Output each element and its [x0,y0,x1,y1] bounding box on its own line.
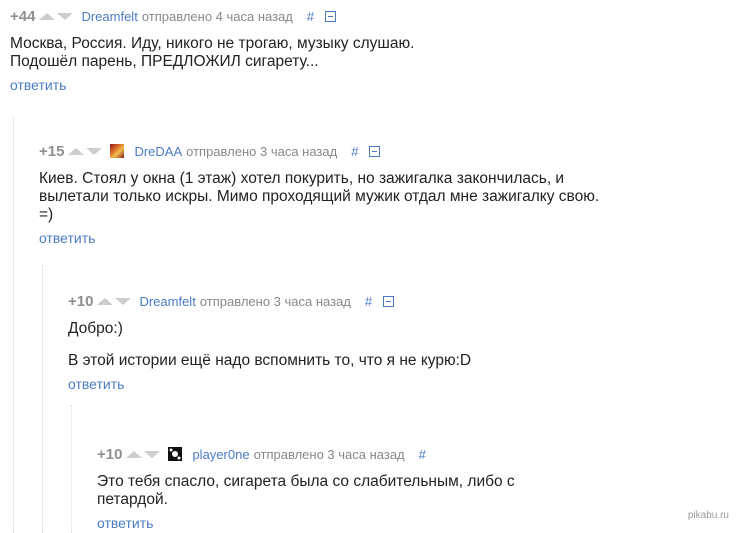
comment-author[interactable]: Dreamfelt [81,9,137,24]
thread-line [71,405,72,533]
reply-link[interactable]: ответить [97,515,657,531]
watermark: pikabu.ru [687,510,729,521]
comment-text-line: В этой истории ещё надо вспомнить то, чт… [68,352,472,369]
comment: +10 Dreamfelt отправлено 3 часа назад # … [68,292,718,393]
comment-text-line: Добро:) [68,320,123,337]
comment-body: Киев. Стоял у окна (1 этаж) хотел покури… [39,170,719,224]
collapse-icon[interactable] [369,145,381,157]
comment-author[interactable]: DreDAA [134,144,182,159]
comment-text-line: Москва, Россия. Иду, никого не трогаю, м… [10,35,415,52]
comment-body: Это тебя спасло, сигарета была со слабит… [97,473,657,509]
avatar[interactable] [110,144,125,158]
comment-text-line: вылетали только искры. Мимо проходящий м… [39,188,600,205]
comment-permalink[interactable]: # [351,144,358,159]
upvote-icon[interactable] [126,450,143,458]
downvote-icon[interactable] [144,450,161,458]
collapse-icon[interactable] [325,10,337,22]
comment-permalink[interactable]: # [307,9,314,24]
collapse-icon[interactable] [383,295,395,307]
comment-body: Москва, Россия. Иду, никого не трогаю, м… [10,35,725,71]
comment-header: +10 Dreamfelt отправлено 3 часа назад # [68,292,718,310]
comment: +15 DreDAA отправлено 3 часа назад # Кие… [39,142,719,247]
comment-time: отправлено 4 часа назад [141,8,293,24]
comment: +10 player0ne отправлено 3 часа назад # … [97,445,657,532]
reply-link[interactable]: ответить [39,230,719,246]
comment-text-line: =) [39,206,54,223]
comment-header: +15 DreDAA отправлено 3 часа назад # [39,142,719,160]
upvote-icon[interactable] [39,12,56,20]
upvote-icon[interactable] [68,147,85,155]
downvote-icon[interactable] [115,297,132,305]
reply-link[interactable]: ответить [68,376,718,392]
upvote-icon[interactable] [97,297,114,305]
avatar[interactable] [168,447,183,461]
comment-time: отправлено 3 часа назад [199,293,351,309]
comment-body: Добро:) В этой истории ещё надо вспомнит… [68,320,718,370]
comment: +44 Dreamfelt отправлено 4 часа назад # … [10,7,725,94]
comment-time: отправлено 3 часа назад [186,143,338,159]
comment-permalink[interactable]: # [419,447,426,462]
downvote-icon[interactable] [86,147,103,155]
comment-text-line: Киев. Стоял у окна (1 этаж) хотел покури… [39,170,565,187]
comment-text-line: Подошёл парень, ПРЕДЛОЖИЛ сигарету... [10,53,319,70]
comment-author[interactable]: player0ne [192,447,249,462]
comment-rating: +10 [97,445,123,463]
comment-header: +10 player0ne отправлено 3 часа назад # [97,445,657,463]
comment-text-line: петардой. [97,491,168,508]
comment-permalink[interactable]: # [365,294,372,309]
thread-line [13,116,14,533]
thread-line [42,265,43,533]
downvote-icon[interactable] [57,12,74,20]
comment-rating: +10 [68,292,94,310]
comment-rating: +15 [39,142,65,160]
comment-author[interactable]: Dreamfelt [139,294,195,309]
comment-rating: +44 [10,7,36,25]
comment-time: отправлено 3 часа назад [253,446,405,462]
comment-header: +44 Dreamfelt отправлено 4 часа назад # [10,7,725,25]
comment-text-line: Это тебя спасло, сигарета была со слабит… [97,473,515,490]
reply-link[interactable]: ответить [10,77,725,93]
